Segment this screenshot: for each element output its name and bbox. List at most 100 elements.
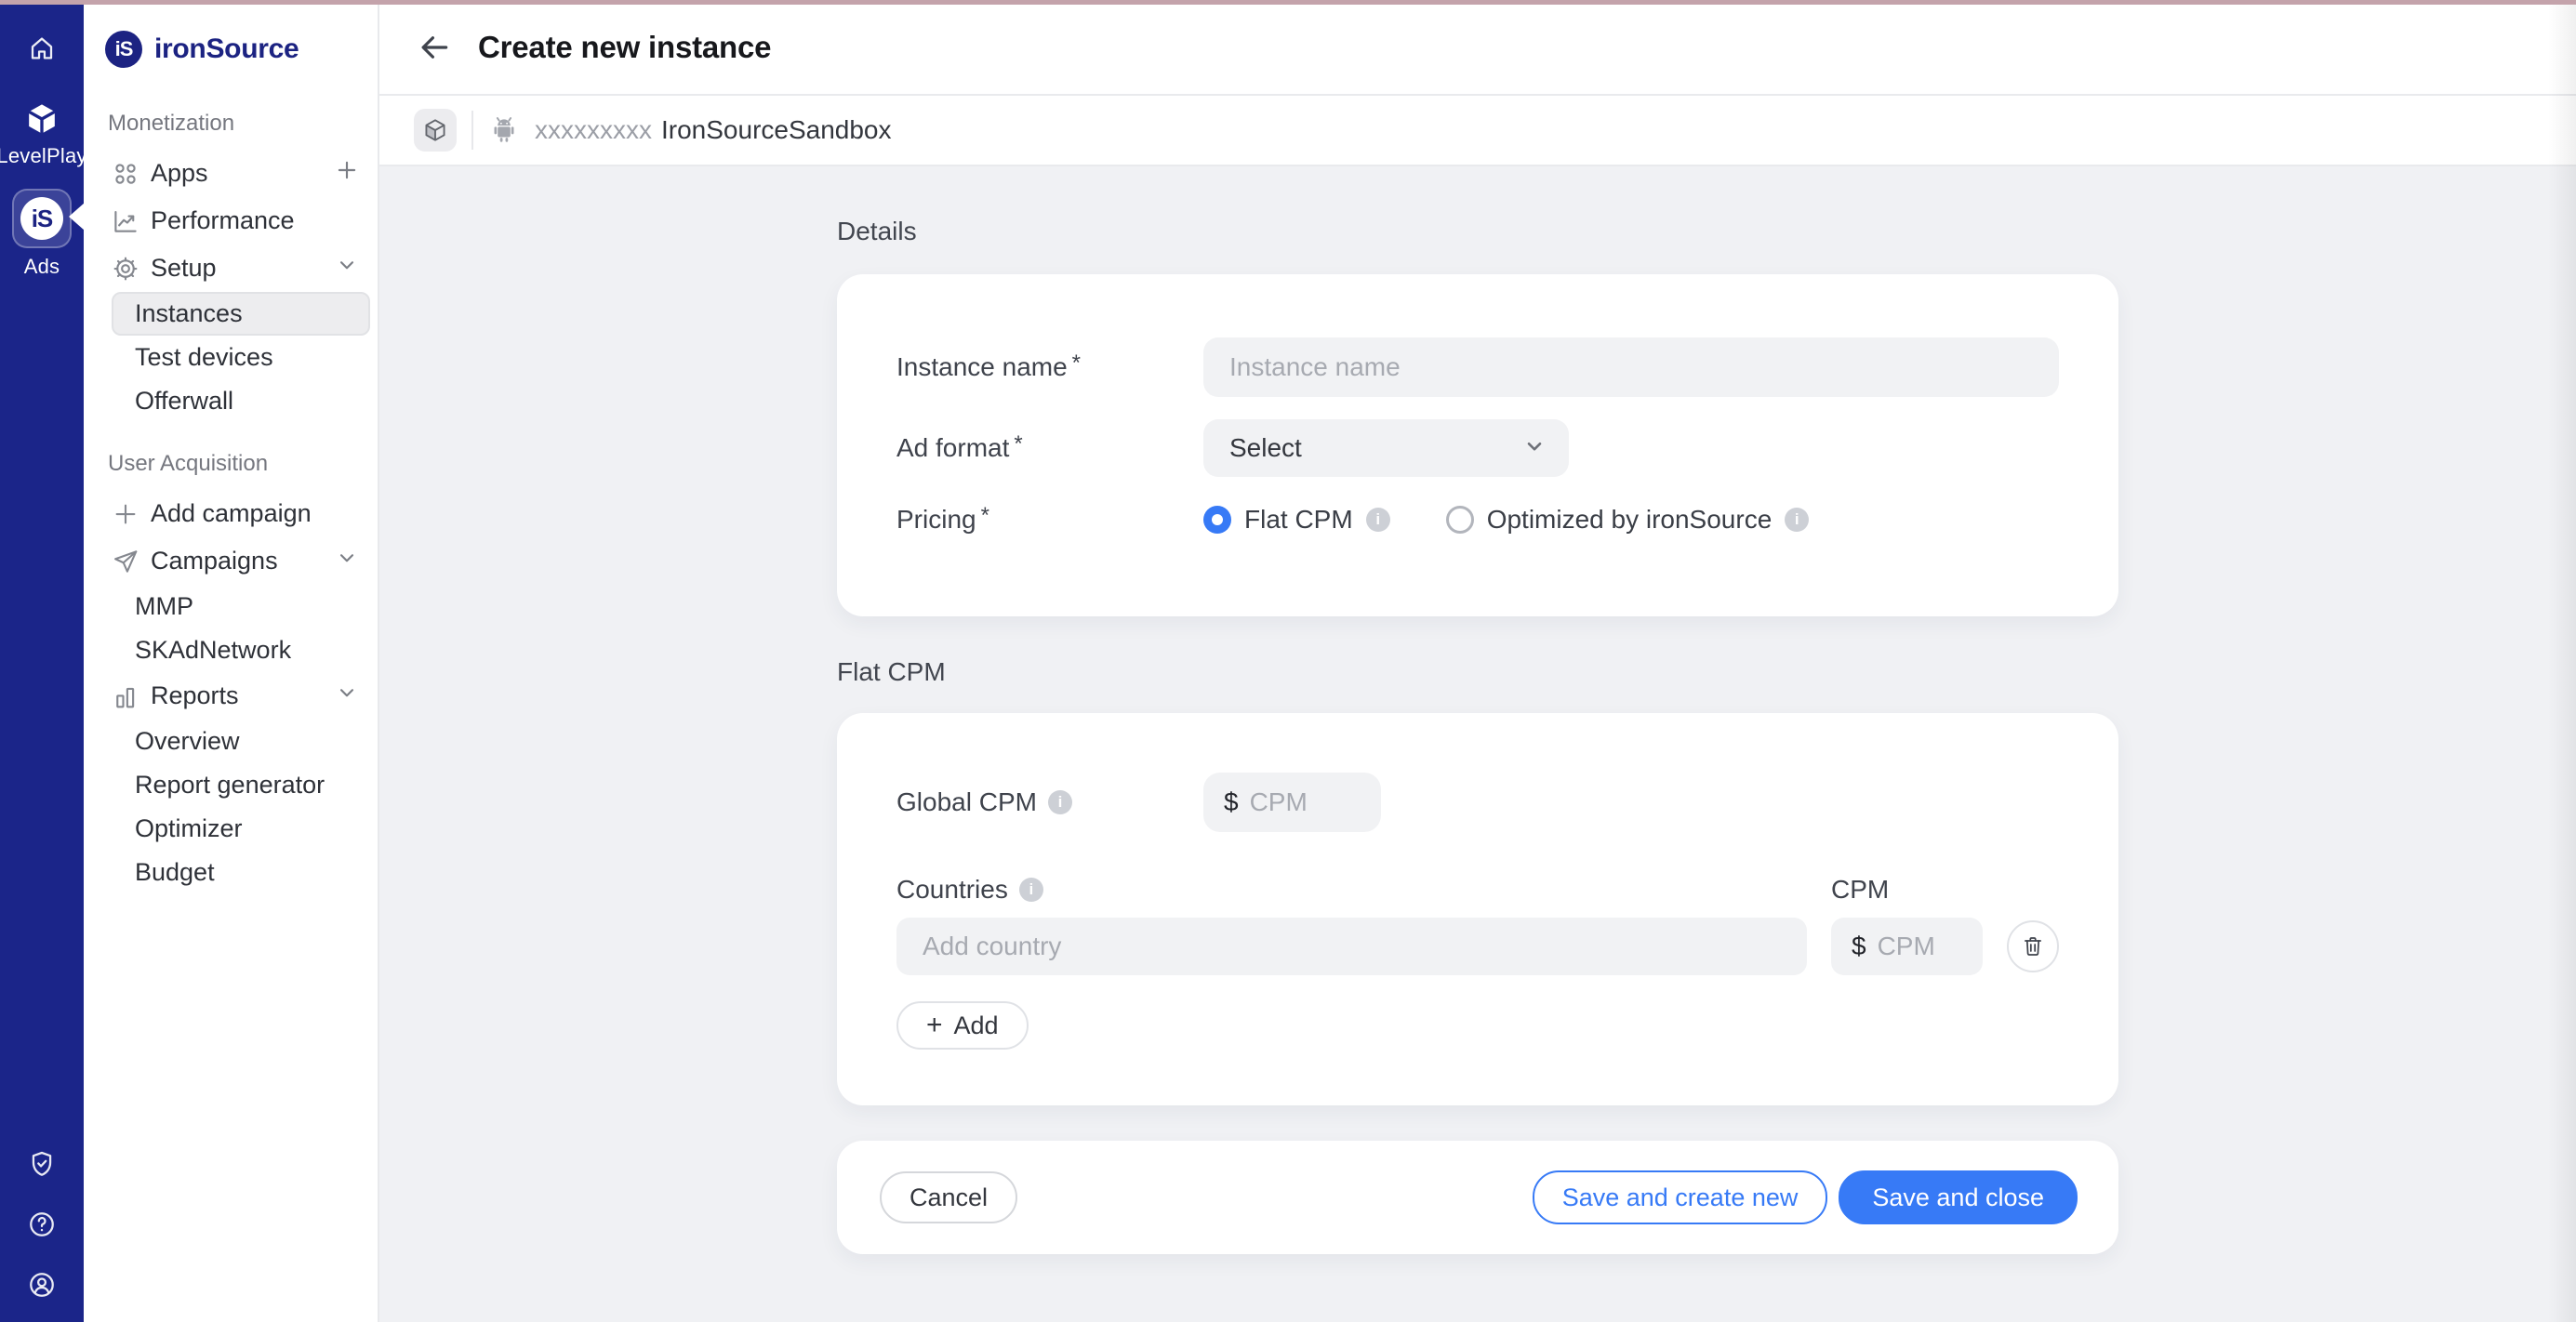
flat-cpm-card: Global CPM i $ Countries i CP [837,713,2118,1105]
paper-plane-icon [112,548,139,575]
pricing-row: Pricing* Flat CPM i Optimized by ironSou… [896,505,2059,535]
info-icon[interactable]: i [1019,878,1043,902]
ad-format-row: Ad format* Select [896,419,2059,477]
sidebar-item-label: Setup [151,254,217,283]
context-divider [471,111,473,150]
countries-label: Countries i [896,875,1831,905]
ironsource-logo-badge: iS [105,31,142,68]
save-and-create-new-button[interactable]: Save and create new [1533,1170,1828,1224]
pricing-option-optimized[interactable]: Optimized by ironSource i [1446,505,1810,535]
country-cpm-row: $ [896,918,2059,975]
trend-chart-icon [112,207,139,235]
bar-chart-icon [112,682,139,710]
home-icon[interactable] [27,33,57,63]
sidebar-item-offerwall[interactable]: Offerwall [112,379,370,423]
details-heading: Details [837,217,2118,246]
sidebar-item-report-generator[interactable]: Report generator [112,763,370,807]
page-title: Create new instance [478,30,771,65]
info-icon[interactable]: i [1048,790,1072,814]
instance-name-input[interactable] [1203,337,2059,397]
ironsource-logo: iS ironSource [84,31,378,68]
info-icon[interactable]: i [1785,508,1809,532]
global-cpm-row: Global CPM i $ [896,773,2059,832]
plus-icon [112,500,139,528]
help-icon[interactable] [27,1210,57,1239]
rail-item-ads[interactable]: iS Ads [12,168,72,279]
pricing-option-flat-cpm[interactable]: Flat CPM i [1203,505,1390,535]
sidebar-item-label: Performance [151,206,295,235]
chevron-down-icon [335,253,359,284]
sidebar-item-setup[interactable]: Setup [84,245,378,292]
sidebar-item-performance[interactable]: Performance [84,197,378,245]
radio-selected[interactable] [1203,506,1231,534]
section-title-user-acquisition: User Acquisition [84,451,378,477]
ad-format-select-value: Select [1229,433,1302,463]
rail-item-levelplay[interactable]: LevelPlay [0,100,87,168]
pricing-options: Flat CPM i Optimized by ironSource i [1203,505,1809,535]
sidebar-item-instances[interactable]: Instances [112,292,370,336]
sidebar-item-budget[interactable]: Budget [112,851,370,894]
cancel-button[interactable]: Cancel [880,1171,1017,1223]
app-id: xxxxxxxxx [535,115,652,145]
rail-label-ads: Ads [24,255,60,279]
unity-cube-icon [23,100,60,138]
sidebar-item-overview[interactable]: Overview [112,720,370,763]
section-title-monetization: Monetization [84,111,378,137]
ironsource-is-icon: iS [12,189,72,248]
country-cpm-input[interactable] [1878,932,1966,961]
pricing-label: Pricing* [896,505,1203,535]
apps-grid-icon [112,160,139,188]
sidebar-item-optimizer[interactable]: Optimizer [112,807,370,851]
flat-cpm-heading: Flat CPM [837,657,2118,687]
chevron-down-icon [335,546,359,576]
sidebar-item-campaigns[interactable]: Campaigns [84,537,378,585]
back-arrow-icon[interactable] [417,30,452,65]
sidebar-item-apps[interactable]: Apps [84,150,378,197]
dollar-prefix: $ [1852,932,1866,961]
save-and-close-button[interactable]: Save and close [1839,1170,2078,1224]
sidebar-item-add-campaign[interactable]: Add campaign [84,490,378,537]
sidebar-item-label: Add campaign [151,499,312,528]
rail-bottom-icons [27,1149,57,1300]
sidebar-item-label: Reports [151,681,239,710]
chevron-down-icon [1522,434,1547,463]
ad-format-label: Ad format* [896,433,1203,463]
chevron-down-icon [335,681,359,711]
sidebar-item-reports[interactable]: Reports [84,672,378,720]
radio-unselected[interactable] [1446,506,1474,534]
required-asterisk: * [1014,431,1022,457]
form-scroll-area[interactable]: Details Instance name* Ad format* Sele [379,166,2576,1322]
sidebar: iS ironSource Monetization Apps Performa… [84,0,379,1322]
sidebar-item-label: Apps [151,159,208,188]
plus-icon: + [926,1011,943,1039]
rail-label-levelplay: LevelPlay [0,144,87,168]
form-actions-bar: Cancel Save and create new Save and clos… [837,1141,2118,1254]
global-cpm-input-group: $ [1203,773,1381,832]
page-header: Create new instance [379,0,2576,96]
required-asterisk: * [1072,350,1081,377]
sidebar-item-label: Campaigns [151,547,278,575]
sidebar-item-test-devices[interactable]: Test devices [112,336,370,379]
instance-name-label: Instance name* [896,352,1203,382]
account-icon[interactable] [27,1270,57,1300]
app-cube-badge [414,109,457,152]
shield-check-icon[interactable] [27,1149,57,1179]
required-asterisk: * [981,503,989,529]
ad-format-select[interactable]: Select [1203,419,1569,477]
sidebar-item-mmp[interactable]: MMP [112,585,370,628]
dollar-prefix: $ [1224,787,1239,817]
delete-row-button[interactable] [2007,920,2059,972]
app-context-bar: xxxxxxxxx IronSourceSandbox [379,96,2576,166]
monetization-nav: Apps Performance Setup Inst [84,150,378,423]
global-cpm-input[interactable] [1250,787,1364,817]
details-card: Instance name* Ad format* Select [837,274,2118,616]
top-window-strip [0,0,2576,5]
sidebar-item-skadnetwork[interactable]: SKAdNetwork [112,628,370,672]
add-country-row-button[interactable]: + Add [896,1001,1029,1050]
main-area: Create new instance [379,0,2576,1322]
info-icon[interactable]: i [1366,508,1390,532]
ironsource-logo-text: ironSource [154,33,299,65]
add-app-plus-icon[interactable] [335,158,359,189]
add-country-input[interactable] [896,918,1807,975]
android-icon [488,114,520,146]
